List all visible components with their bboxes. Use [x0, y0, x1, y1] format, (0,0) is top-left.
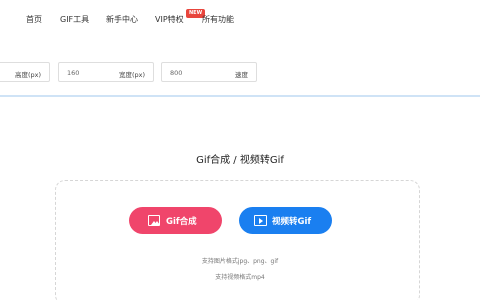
width-label: 宽度(px)	[118, 71, 145, 79]
gif-compose-label: Gif合成	[166, 217, 197, 227]
height-label: 高度(px)	[14, 71, 41, 79]
nav-item-home[interactable]: 首页	[26, 14, 42, 25]
divider	[0, 95, 480, 97]
image-icon	[148, 215, 160, 226]
page-title: Gif合成 / 视频转Gif	[196, 155, 284, 166]
width-field[interactable]: 160 宽度(px)	[58, 62, 154, 82]
image-formats-hint: 支持图片格式jpg、png、gif	[201, 258, 279, 265]
parameter-bar: 高度(px) 160 宽度(px) 800 速度	[0, 40, 480, 96]
page: 首页 GIF工具 新手中心 VIP特权 NEW 所有功能 高度(px) 160 …	[0, 0, 480, 300]
width-value: 160	[67, 69, 80, 77]
video-icon	[254, 215, 267, 226]
video-formats-hint: 支持视频格式mp4	[215, 274, 265, 281]
height-field[interactable]: 高度(px)	[0, 62, 50, 82]
nav-item-gif-tools[interactable]: GIF工具	[60, 14, 89, 25]
video-to-gif-button[interactable]: 视频转Gif	[239, 207, 332, 234]
gif-compose-button[interactable]: Gif合成	[129, 207, 222, 234]
speed-value: 800	[170, 69, 183, 77]
speed-label: 速度	[235, 71, 248, 79]
nav-item-all-features[interactable]: 所有功能	[202, 14, 234, 25]
video-to-gif-label: 视频转Gif	[272, 217, 312, 227]
nav-item-vip[interactable]: VIP特权	[155, 14, 184, 25]
upload-dropzone[interactable]	[55, 180, 420, 300]
speed-field[interactable]: 800 速度	[161, 62, 257, 82]
top-nav: 首页 GIF工具 新手中心 VIP特权 NEW 所有功能	[0, 0, 480, 40]
nav-item-beginner-center[interactable]: 新手中心	[106, 14, 138, 25]
